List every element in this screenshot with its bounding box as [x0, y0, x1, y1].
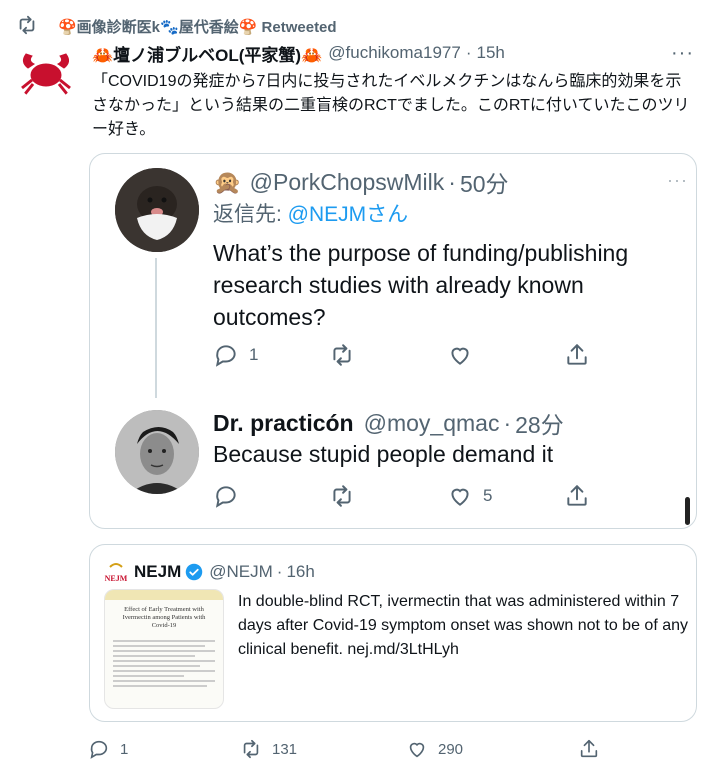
tweet-header: 🦀壇ノ浦ブルベOL(平家蟹)🦀 @fuchikoma1977 · 15h	[92, 40, 692, 66]
replying-to-label: 返信先:	[213, 203, 288, 226]
retweet-icon	[333, 485, 351, 507]
like-button[interactable]	[447, 342, 483, 368]
retweeted-by-label: 🍄画像診断医k🐾屋代香絵🍄 Retweeted	[58, 18, 337, 36]
author-handle[interactable]: @moy_qmac	[364, 410, 500, 437]
avatar[interactable]	[115, 168, 199, 252]
retweeted-by[interactable]: 🍄画像診断医k🐾屋代香絵🍄 Retweeted	[58, 14, 337, 38]
scrollbar-thumb[interactable]	[685, 497, 690, 525]
monkey-avatar	[115, 168, 199, 252]
thread-line	[155, 258, 157, 398]
thumbnail-header-band	[105, 590, 223, 600]
author-name[interactable]: 🦀壇ノ浦ブルベOL(平家蟹)🦀	[92, 41, 322, 66]
retweet-button[interactable]	[329, 483, 365, 509]
verified-badge-icon	[185, 563, 203, 581]
separator-dot: ·	[276, 562, 283, 581]
tweet-time[interactable]: 15h	[477, 43, 505, 63]
share-icon	[567, 485, 587, 506]
reply-icon	[215, 345, 236, 367]
retweet-icon	[19, 15, 35, 35]
quoted-tweet-text: In double-blind RCT, ivermectin that was…	[238, 593, 689, 658]
tweet-actions: 1	[213, 342, 593, 370]
tweet-header: Dr. practicón @moy_qmac · 28分	[213, 407, 564, 439]
avatar[interactable]	[16, 42, 76, 102]
author-handle[interactable]: @NEJM	[209, 562, 273, 582]
heart-icon	[451, 488, 469, 506]
share-icon	[567, 344, 587, 365]
monkey-emoji-icon: 🙊	[213, 168, 242, 195]
tweet-time[interactable]: 28分	[515, 406, 564, 440]
like-button[interactable]: 5	[447, 483, 492, 509]
separator-dot: ·	[448, 168, 456, 195]
crab-logo	[21, 53, 71, 95]
reply-icon	[215, 486, 236, 508]
retweet-icon	[333, 344, 351, 366]
avatar[interactable]	[115, 410, 199, 494]
author-name[interactable]: Dr. practicón	[213, 410, 354, 437]
author-handle[interactable]: @PorkChopswMilk	[250, 169, 445, 196]
retweet-count: 131	[272, 740, 298, 758]
nejm-logo-text: NEJM	[105, 574, 128, 583]
share-button[interactable]	[578, 738, 600, 760]
heart-icon	[409, 742, 425, 758]
separator-dot: ·	[465, 43, 472, 62]
tweet-actions: 5	[213, 483, 593, 511]
share-button[interactable]	[564, 483, 590, 509]
reply-button[interactable]	[213, 483, 249, 509]
like-button[interactable]: 290	[406, 738, 463, 760]
nejm-logo-icon: NEJM	[105, 563, 128, 583]
replying-to-mention[interactable]: @NEJMさん	[288, 203, 408, 226]
article-thumbnail[interactable]: Effect of Early Treatment with Ivermecti…	[104, 589, 224, 709]
retweet-button[interactable]	[329, 342, 365, 368]
retweet-button[interactable]: 131	[240, 738, 297, 760]
tweet-text: Because stupid people demand it	[213, 441, 554, 467]
share-button[interactable]	[564, 342, 590, 368]
thumbnail-body-lines	[113, 640, 215, 687]
separator-dot: ·	[503, 409, 512, 436]
reply-count: 1	[249, 345, 259, 364]
tweet-text: 「COVID19の発症から7日内に投与されたイベルメクチンはなんら臨床的効果を示…	[92, 73, 690, 138]
thumbnail-title: Effect of Early Treatment with Ivermecti…	[122, 606, 206, 629]
main-tweet-actions: 1 131 290	[88, 738, 648, 764]
like-count: 5	[483, 486, 493, 505]
man-portrait-avatar	[115, 410, 199, 494]
retweet-icon	[243, 739, 259, 759]
author-handle[interactable]: @fuchikoma1977	[328, 43, 461, 63]
tweet-header: 🙊 @PorkChopswMilk · 50分	[213, 166, 509, 198]
share-icon	[580, 739, 598, 758]
reply-count: 1	[120, 740, 129, 758]
more-options-button[interactable]: ···	[671, 42, 694, 65]
quoted-tweet-header: NEJM @NEJM · 16h	[134, 560, 315, 584]
heart-icon	[451, 347, 469, 365]
tweet-text: What’s the purpose of funding/publishing…	[213, 240, 629, 330]
nejm-logo[interactable]: NEJM	[104, 561, 128, 585]
tweet-time[interactable]: 50分	[460, 165, 509, 199]
more-options-button[interactable]: ···	[667, 170, 688, 191]
author-name[interactable]: NEJM	[134, 562, 181, 582]
replying-to: 返信先: @NEJMさん	[213, 198, 408, 228]
reply-button[interactable]: 1	[213, 342, 258, 368]
like-count: 290	[438, 740, 464, 758]
reply-icon	[90, 740, 108, 759]
tweet-time[interactable]: 16h	[286, 562, 314, 582]
reply-button[interactable]: 1	[88, 738, 128, 760]
